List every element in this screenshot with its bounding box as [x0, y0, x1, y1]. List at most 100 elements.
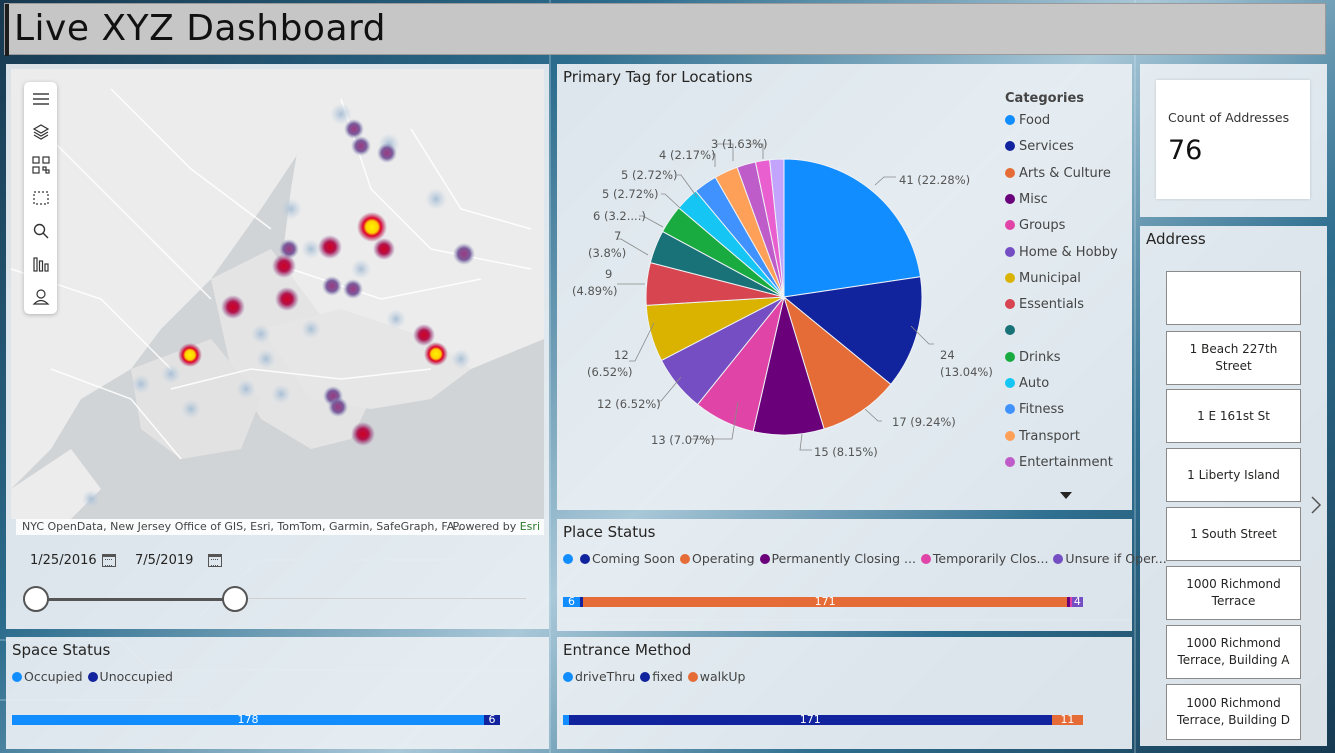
space-status-visual[interactable]: Space Status Occupied Unoccupied 178 6	[6, 637, 549, 749]
date-slider-rail	[236, 598, 526, 599]
entrance-method-visual[interactable]: Entrance Method driveThru fixed walkUp 171…	[557, 637, 1132, 749]
pie-legend-item[interactable]: Transport	[1005, 429, 1080, 444]
bar-segment[interactable]: 6	[484, 715, 500, 725]
pie-label-groups: 13 (7.07%)	[651, 433, 715, 447]
end-calendar-icon[interactable]	[208, 554, 222, 567]
pie-label-essentials-count: 9	[605, 267, 612, 281]
map-toolbar	[24, 82, 57, 314]
kpi-label: Count of Addresses	[1168, 110, 1290, 125]
map-powered-by[interactable]: Powered by Esri	[452, 520, 540, 533]
pie-legend-item[interactable]: Auto	[1005, 376, 1049, 391]
entrance-method-legend-item[interactable]: driveThru	[563, 669, 635, 684]
place-status-bar[interactable]: 6 171 4	[563, 597, 1083, 607]
chart-bars-icon[interactable]	[32, 255, 50, 273]
address-next-page-icon[interactable]	[1309, 494, 1323, 516]
entrance-method-title: Entrance Method	[563, 641, 692, 659]
space-status-legend: Occupied Unoccupied	[12, 669, 178, 684]
date-slider-track[interactable]	[36, 598, 236, 601]
bar-segment[interactable]: 171	[582, 597, 1068, 607]
bar-segment[interactable]: 4	[1071, 597, 1083, 607]
pie-label-arts: 17 (9.24%)	[892, 415, 956, 429]
pie-legend-item[interactable]: Misc	[1005, 192, 1048, 207]
layers-icon[interactable]	[32, 123, 50, 141]
address-tile[interactable]: 1000 Richmond Terrace, Building D	[1166, 684, 1301, 740]
date-slider-start-handle[interactable]	[23, 586, 49, 612]
map-attribution-text: NYC OpenData, New Jersey Office of GIS, …	[22, 520, 465, 533]
start-calendar-icon[interactable]	[102, 554, 116, 567]
address-tile[interactable]: 1000 Richmond Terrace	[1166, 566, 1301, 620]
date-slider-end-handle[interactable]	[222, 586, 248, 612]
legend-color-dot	[1053, 554, 1064, 564]
pie-legend-item[interactable]: Services	[1005, 139, 1074, 154]
pie-legend-item[interactable]: Groups	[1005, 218, 1065, 233]
legend-label: Unoccupied	[99, 669, 173, 684]
legend-label: fixed	[652, 669, 683, 684]
pie-legend-item[interactable]: Essentials	[1005, 297, 1084, 312]
legend-color-dot	[87, 672, 98, 682]
header-accent-bar	[5, 4, 9, 56]
place-status-legend-item[interactable]	[563, 551, 575, 566]
place-status-legend-item[interactable]: Temporarily Clos...	[920, 551, 1048, 566]
heat-map[interactable]	[11, 69, 544, 519]
esri-link[interactable]: Esri	[520, 520, 540, 533]
bar-segment[interactable]: 6	[563, 597, 580, 607]
pie-legend-label: Fitness	[1019, 402, 1065, 418]
bar-segment[interactable]: 178	[12, 715, 485, 725]
rectangle-select-icon[interactable]	[32, 189, 50, 207]
place-status-legend-item[interactable]: Unsure if Oper...	[1053, 551, 1167, 566]
pie-legend-item[interactable]: Home & Hobby	[1005, 245, 1118, 260]
pie-legend-item[interactable]: Arts & Culture	[1005, 166, 1111, 181]
person-icon[interactable]	[32, 288, 50, 306]
end-date-input[interactable]: 7/5/2019	[135, 553, 193, 568]
address-tile[interactable]: 1000 Richmond Terrace, Building A	[1166, 625, 1301, 679]
qr-select-icon[interactable]	[32, 156, 50, 174]
space-status-legend-item[interactable]: Unoccupied	[87, 669, 173, 684]
pie-legend-item[interactable]: Food	[1005, 113, 1050, 128]
place-status-legend-item[interactable]: Operating	[680, 551, 755, 566]
pie-legend-label: Arts & Culture	[1019, 165, 1111, 181]
entrance-method-legend-item[interactable]: fixed	[640, 669, 683, 684]
pie-label-auto: 5 (2.72%)	[602, 187, 658, 201]
space-status-bar[interactable]: 178 6	[12, 715, 500, 725]
search-icon[interactable]	[32, 222, 50, 240]
place-status-title: Place Status	[563, 523, 656, 541]
pie-legend-item[interactable]: Drinks	[1005, 350, 1061, 365]
pie-label-food: 41 (22.28%)	[899, 173, 970, 187]
address-tile[interactable]	[1166, 271, 1301, 325]
bar-segment[interactable]: 171	[568, 715, 1052, 725]
pie-legend-item[interactable]: Entertainment	[1005, 455, 1113, 470]
start-date-input[interactable]: 1/25/2016	[30, 553, 97, 568]
legend-color-dot	[1005, 456, 1015, 467]
pie-label-transport: 4 (2.17%)	[659, 148, 715, 162]
legend-color-dot	[1005, 325, 1015, 336]
pie-legend-item[interactable]	[1005, 323, 1019, 338]
address-slicer[interactable]: Address 1 Beach 227th Street 1 E 161st St…	[1140, 226, 1327, 746]
pie-chart-visual[interactable]: Primary Tag for Locations 41 (22.28%) 24…	[557, 64, 1132, 510]
pie-legend-label: Groups	[1019, 218, 1066, 234]
space-status-legend-item[interactable]: Occupied	[12, 669, 83, 684]
place-status-legend-item[interactable]: Permanently Closing ...	[759, 551, 916, 566]
legend-color-dot	[640, 672, 651, 682]
address-tile[interactable]: 1 E 161st St	[1166, 389, 1301, 443]
map-visual[interactable]: NYC OpenData, New Jersey Office of GIS, …	[6, 64, 549, 629]
place-status-visual[interactable]: Place Status Coming Soon Operating Permane…	[557, 519, 1167, 631]
pie-legend-label: Transport	[1019, 428, 1081, 444]
pie-label-municipal-pct: (6.52%)	[587, 365, 633, 379]
legend-scroll-down-icon[interactable]	[1060, 492, 1072, 500]
legend-color-dot	[1005, 220, 1015, 231]
address-tile[interactable]: 1 Beach 227th Street	[1166, 331, 1301, 385]
legend-color-dot	[1005, 272, 1015, 283]
pie-legend-item[interactable]: Municipal	[1005, 271, 1081, 286]
legend-color-dot	[1005, 246, 1015, 257]
dashboard-header: Live XYZ Dashboard	[4, 3, 1326, 56]
entrance-method-legend-item[interactable]: walkUp	[687, 669, 745, 684]
legend-color-dot	[1005, 404, 1015, 415]
pie-legend-item[interactable]: Fitness	[1005, 402, 1064, 417]
place-status-legend-item[interactable]: Coming Soon	[580, 551, 675, 566]
pie-slices[interactable]	[645, 158, 923, 436]
address-tile[interactable]: 1 Liberty Island	[1166, 448, 1301, 502]
entrance-method-bar[interactable]: 171 11	[563, 715, 1083, 725]
bar-segment[interactable]: 11	[1051, 715, 1083, 725]
address-tile[interactable]: 1 South Street	[1166, 507, 1301, 561]
menu-icon[interactable]	[32, 90, 50, 108]
